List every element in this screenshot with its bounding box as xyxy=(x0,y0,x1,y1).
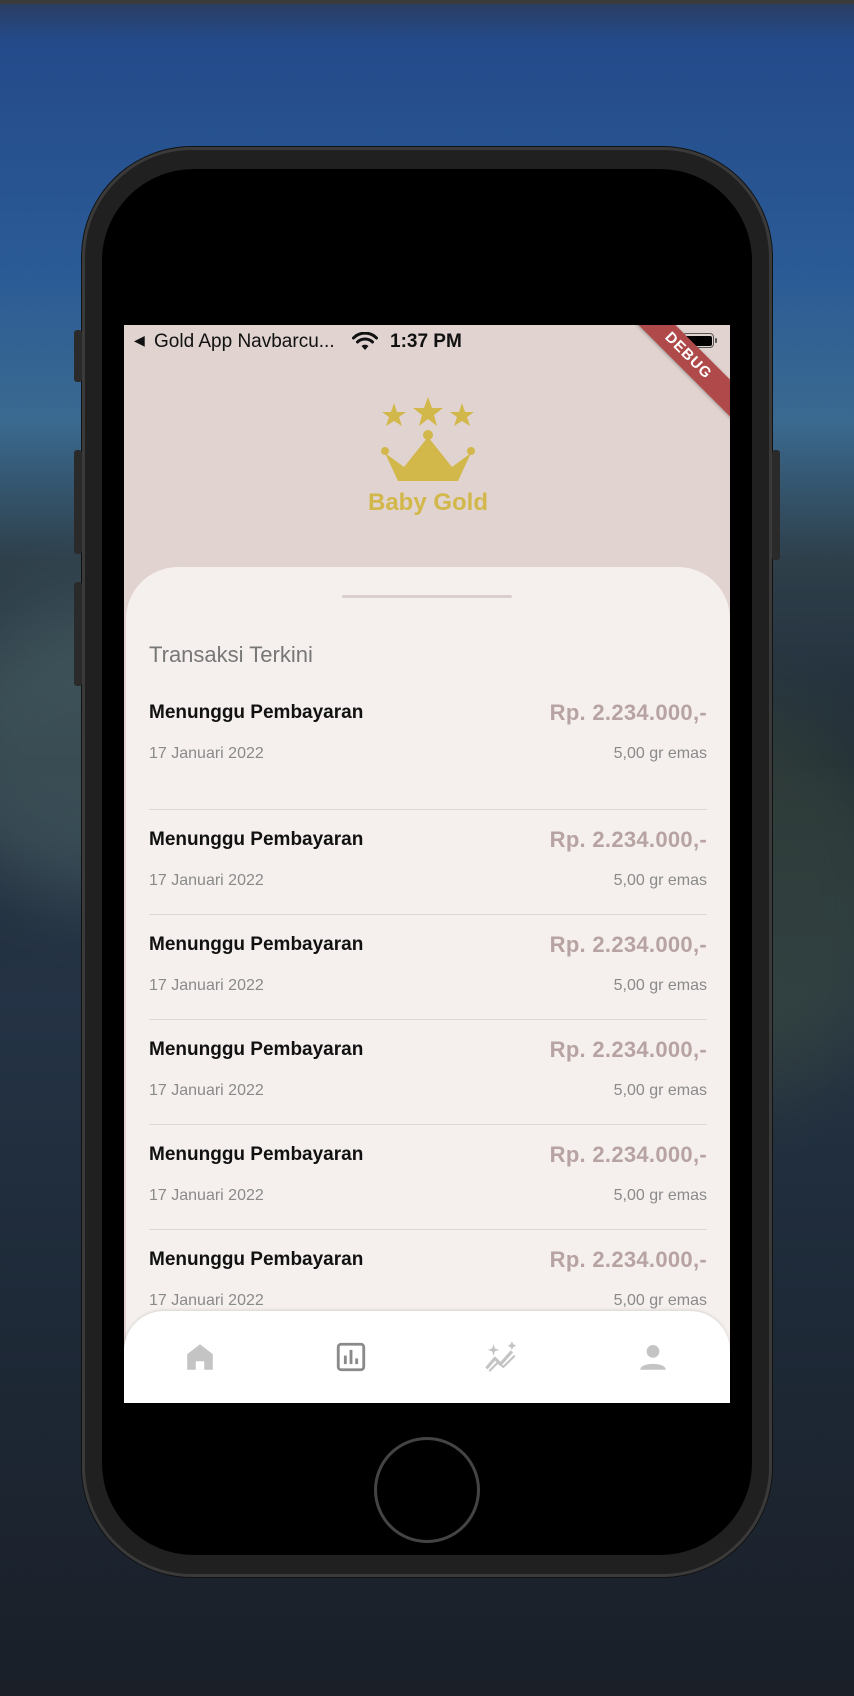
transaction-weight: 5,00 gr emas xyxy=(613,1082,707,1099)
transaction-row[interactable]: Menunggu Pembayaran Rp. 2.234.000,- 17 J… xyxy=(149,1125,707,1230)
transaction-weight: 5,00 gr emas xyxy=(613,1292,707,1309)
transaction-row[interactable]: Menunggu Pembayaran Rp. 2.234.000,- 17 J… xyxy=(149,915,707,1020)
transaction-amount: Rp. 2.234.000,- xyxy=(549,1142,707,1167)
bottom-nav-bar xyxy=(124,1311,730,1403)
transactions-sheet[interactable]: Transaksi Terkini Menunggu Pembayaran Rp… xyxy=(126,567,730,1403)
transaction-weight: 5,00 gr emas xyxy=(613,977,707,994)
transaction-amount: Rp. 2.234.000,- xyxy=(549,1247,707,1272)
person-icon xyxy=(640,1344,666,1370)
status-back-app-label[interactable]: Gold App Navbarcu... xyxy=(154,331,335,353)
transaction-date: 17 Januari 2022 xyxy=(149,745,264,762)
home-button[interactable] xyxy=(374,1437,480,1543)
battery-tip xyxy=(715,338,717,343)
transaction-weight: 5,00 gr emas xyxy=(613,1187,707,1204)
transaction-date: 17 Januari 2022 xyxy=(149,1187,264,1204)
logo-text: Baby Gold xyxy=(368,489,489,516)
mute-switch xyxy=(74,330,82,382)
transaction-date: 17 Januari 2022 xyxy=(149,1292,264,1309)
volume-down-button xyxy=(74,582,82,686)
bar-chart-icon xyxy=(336,1342,366,1372)
transaction-status: Menunggu Pembayaran xyxy=(149,702,364,723)
sheet-drag-handle[interactable] xyxy=(342,595,512,598)
transaction-amount: Rp. 2.234.000,- xyxy=(549,700,707,725)
status-bar: ◀ Gold App Navbarcu... 1:37 PM xyxy=(124,325,730,359)
transaction-amount: Rp. 2.234.000,- xyxy=(549,827,707,852)
app-logo: Baby Gold xyxy=(368,397,488,527)
trending-sparkle-icon xyxy=(485,1341,517,1372)
transaction-status: Menunggu Pembayaran xyxy=(149,829,364,850)
transaction-amount: Rp. 2.234.000,- xyxy=(549,1037,707,1062)
nav-home[interactable] xyxy=(180,1337,220,1377)
nav-insights[interactable] xyxy=(482,1337,522,1377)
transaction-amount: Rp. 2.234.000,- xyxy=(549,932,707,957)
volume-up-button xyxy=(74,450,82,554)
transaction-weight: 5,00 gr emas xyxy=(613,872,707,889)
nav-profile[interactable] xyxy=(633,1337,673,1377)
app-screen: ◀ Gold App Navbarcu... 1:37 PM DEBUG Bab… xyxy=(124,325,730,1403)
wifi-icon xyxy=(352,331,378,358)
transaction-row[interactable]: Menunggu Pembayaran Rp. 2.234.000,- 17 J… xyxy=(149,810,707,915)
transaction-status: Menunggu Pembayaran xyxy=(149,1144,364,1165)
crown-icon xyxy=(381,397,475,481)
transaction-list: Menunggu Pembayaran Rp. 2.234.000,- 17 J… xyxy=(149,689,707,1335)
section-title: Transaksi Terkini xyxy=(149,642,313,667)
transaction-row[interactable]: Menunggu Pembayaran Rp. 2.234.000,- 17 J… xyxy=(149,1020,707,1125)
transaction-status: Menunggu Pembayaran xyxy=(149,1039,364,1060)
transaction-date: 17 Januari 2022 xyxy=(149,977,264,994)
status-time: 1:37 PM xyxy=(390,331,462,352)
nav-stats[interactable] xyxy=(331,1337,371,1377)
home-icon xyxy=(187,1344,213,1370)
transaction-date: 17 Januari 2022 xyxy=(149,1082,264,1099)
window-top-bar xyxy=(0,0,854,4)
transaction-date: 17 Januari 2022 xyxy=(149,872,264,889)
transaction-status: Menunggu Pembayaran xyxy=(149,1249,364,1270)
transaction-weight: 5,00 gr emas xyxy=(613,745,707,762)
transaction-status: Menunggu Pembayaran xyxy=(149,934,364,955)
power-button xyxy=(772,450,780,560)
transaction-row[interactable]: Menunggu Pembayaran Rp. 2.234.000,- 17 J… xyxy=(149,689,707,810)
back-to-app-icon[interactable]: ◀ xyxy=(134,332,145,349)
